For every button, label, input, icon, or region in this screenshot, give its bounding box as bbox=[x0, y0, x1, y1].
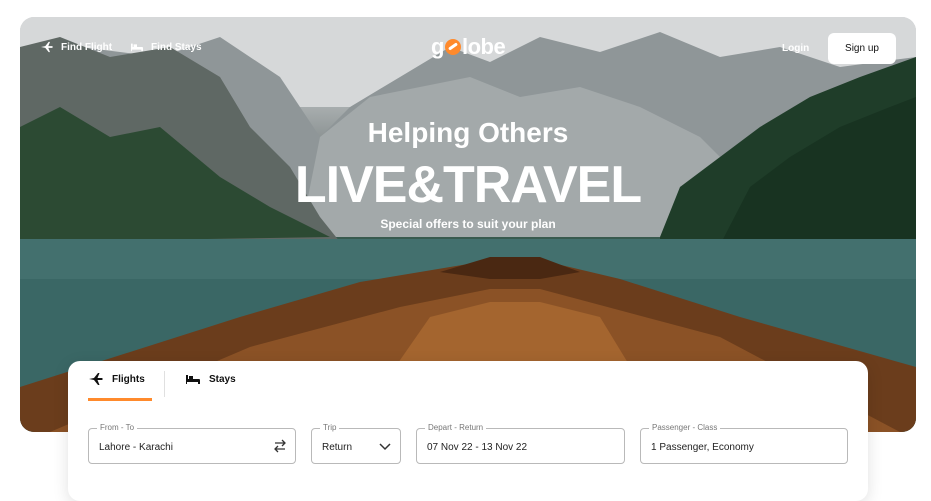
signup-button[interactable]: Sign up bbox=[828, 33, 896, 64]
depart-return-field[interactable]: Depart - Return 07 Nov 22 - 13 Nov 22 bbox=[416, 423, 625, 464]
from-to-value: Lahore - Karachi bbox=[99, 442, 173, 453]
bed-icon bbox=[186, 375, 200, 384]
search-panel: Flights Stays From - To Lahore - Karachi… bbox=[68, 361, 868, 501]
top-navigation: Find Flight Find Stays g lobe Login Sign… bbox=[20, 17, 916, 79]
hero-tagline: Special offers to suit your plan bbox=[380, 217, 556, 231]
tab-stays[interactable]: Stays bbox=[185, 372, 236, 386]
globe-logo[interactable]: g lobe bbox=[431, 34, 506, 60]
bed-icon bbox=[131, 43, 143, 52]
active-tab-indicator bbox=[88, 398, 152, 401]
find-stays-link[interactable]: Find Stays bbox=[130, 41, 202, 53]
trip-label: Trip bbox=[320, 423, 340, 432]
login-link[interactable]: Login bbox=[782, 43, 809, 54]
from-to-field[interactable]: From - To Lahore - Karachi bbox=[88, 423, 296, 464]
airplane-icon bbox=[41, 41, 53, 53]
logo-text-start: g bbox=[431, 34, 444, 59]
passenger-class-label: Passenger - Class bbox=[649, 423, 721, 432]
tab-flights-label: Flights bbox=[112, 373, 145, 385]
chevron-down-icon bbox=[379, 443, 391, 451]
trip-value: Return bbox=[322, 442, 353, 453]
depart-return-value: 07 Nov 22 - 13 Nov 22 bbox=[427, 442, 528, 453]
find-stays-label: Find Stays bbox=[151, 41, 202, 53]
airplane-icon bbox=[89, 373, 103, 385]
from-to-label: From - To bbox=[97, 423, 138, 432]
logo-plane-icon bbox=[444, 39, 461, 55]
hero-subtitle: Helping Others bbox=[367, 117, 569, 148]
passenger-class-field[interactable]: Passenger - Class 1 Passenger, Economy bbox=[640, 423, 848, 464]
swap-icon[interactable] bbox=[273, 439, 287, 453]
tab-flights[interactable]: Flights bbox=[88, 372, 145, 386]
trip-select[interactable]: Trip Return bbox=[311, 423, 401, 464]
passenger-class-value: 1 Passenger, Economy bbox=[651, 442, 754, 453]
tab-divider bbox=[164, 371, 165, 397]
hero-title: LIVE&TRAVEL bbox=[294, 156, 642, 214]
depart-return-label: Depart - Return bbox=[425, 423, 487, 432]
tab-stays-label: Stays bbox=[209, 373, 236, 385]
find-flight-link[interactable]: Find Flight bbox=[40, 41, 112, 53]
logo-text-end: lobe bbox=[461, 34, 506, 59]
find-flight-label: Find Flight bbox=[61, 41, 113, 53]
